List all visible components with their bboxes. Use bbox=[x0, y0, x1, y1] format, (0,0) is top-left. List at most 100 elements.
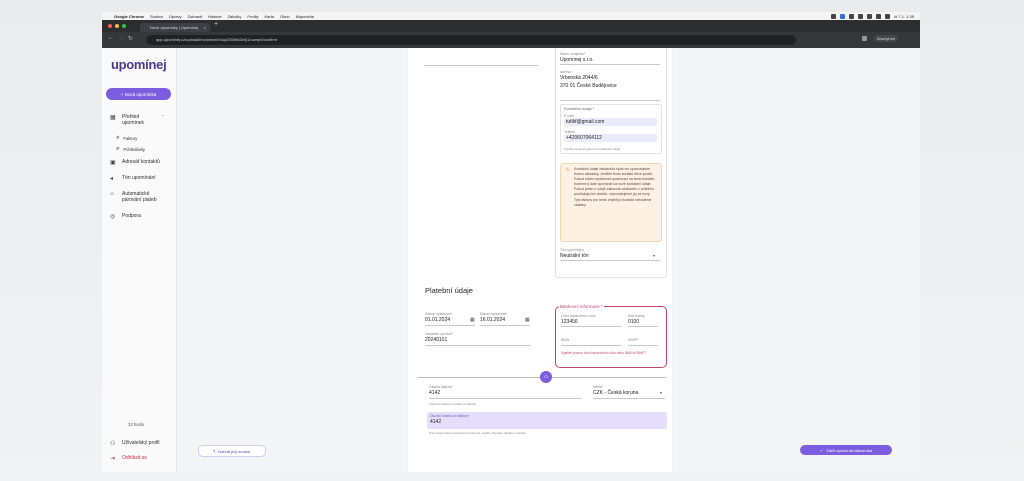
field-underline bbox=[480, 325, 530, 326]
users-icon: ⚇ bbox=[110, 441, 116, 447]
grid-icon: ▦ bbox=[110, 115, 116, 121]
battery-icon[interactable] bbox=[867, 13, 873, 19]
sidebar-item-label: Faktury bbox=[123, 136, 138, 141]
chevron-down-icon[interactable]: ▾ bbox=[660, 390, 662, 395]
customer-name[interactable]: Upomínej s.r.o. bbox=[560, 57, 594, 63]
menu-item[interactable]: Okno bbox=[280, 14, 290, 19]
help-hours: 33 hodin bbox=[128, 422, 145, 427]
upload-icon: ⤒ bbox=[213, 448, 216, 454]
menu-item[interactable]: Nápověda bbox=[296, 14, 314, 19]
warning-text: Kontaktní údaje zákazníka spolu se zprac… bbox=[574, 167, 655, 207]
account-number-field[interactable]: 123456 bbox=[561, 319, 578, 325]
menu-item[interactable]: Záložky bbox=[228, 14, 242, 19]
tab-title: Nové upomínky | Upomínej bbox=[150, 25, 199, 30]
minimize-window-icon[interactable] bbox=[115, 24, 119, 28]
send-icon: ✓ bbox=[819, 447, 824, 453]
variable-symbol-field[interactable]: 20240101 bbox=[425, 337, 447, 343]
status-icon[interactable] bbox=[840, 13, 846, 19]
start-reminding-button[interactable]: ✓ Začít upomínat zákazníka bbox=[800, 445, 892, 455]
url-text: app.upominej.cz/upload/invoices/r0r1sq20… bbox=[156, 37, 277, 42]
field-underline bbox=[425, 345, 531, 346]
menu-item[interactable]: Úpravy bbox=[169, 14, 182, 19]
issue-date-label: Datum vystavení* bbox=[425, 312, 453, 316]
chevron-down-icon[interactable]: ▾ bbox=[653, 253, 655, 258]
search-icon[interactable] bbox=[885, 13, 891, 19]
new-reminder-button[interactable]: + Nová upomínka bbox=[106, 88, 171, 100]
currency-label: Měna* bbox=[593, 385, 604, 389]
calendar-icon[interactable]: ▦ bbox=[470, 317, 475, 323]
field-underline bbox=[425, 325, 475, 326]
sidebar-item-receivables[interactable]: 🗎 Pohledávky bbox=[116, 146, 145, 153]
currency-select[interactable]: CZK - Česká koruna bbox=[593, 390, 638, 396]
app-logo[interactable]: upomínej bbox=[111, 57, 167, 72]
sidebar-item-overview[interactable]: ▦ Přehled upomínek ⌃ bbox=[110, 114, 170, 126]
profile-button[interactable]: Anonymní bbox=[874, 35, 899, 42]
iban-field[interactable]: IBAN bbox=[561, 338, 569, 342]
menu-item[interactable]: Karta bbox=[265, 14, 275, 19]
email-field[interactable]: tutlkf@gmail.com bbox=[564, 118, 657, 126]
menu-item[interactable]: Historie bbox=[208, 14, 222, 19]
issue-date-field[interactable]: 01.01.2024 bbox=[425, 317, 450, 323]
sidebar-item-contacts[interactable]: ▣ Adresář kontaktů bbox=[110, 159, 160, 166]
bank-code-field[interactable]: 0100 bbox=[628, 319, 639, 325]
outstanding-amount-field[interactable]: Dlužná částka za faktury* 4142 bbox=[427, 412, 667, 429]
menu-item[interactable]: Zobrazit bbox=[188, 14, 202, 19]
sidebar-item-tone[interactable]: ◂ Tón upomínání bbox=[110, 175, 156, 182]
menu-clock[interactable]: čt 7.1. 1:35 bbox=[894, 14, 914, 19]
address-line-2[interactable]: 370 01 České Budějovice bbox=[560, 83, 617, 89]
field-underline bbox=[560, 64, 660, 65]
browser-tab-strip: Nové upomínky | Upomínej × + bbox=[102, 20, 920, 32]
button-label: Nahrát jiný soubor bbox=[218, 448, 251, 454]
due-date-field[interactable]: 16.01.2024 bbox=[480, 317, 505, 323]
tab-close-icon[interactable]: × bbox=[204, 23, 206, 32]
field-underline bbox=[424, 65, 538, 66]
sidebar-item-label: Automatické párování plateb bbox=[122, 191, 157, 203]
new-tab-icon[interactable]: + bbox=[214, 21, 218, 28]
button-label: Začít upomínat zákazníka bbox=[826, 447, 873, 453]
menu-app-name[interactable]: Google Chrome bbox=[114, 14, 144, 19]
bank-hint: Vyplňte prosím číslo bankovního účtu neb… bbox=[561, 351, 647, 355]
phone-field[interactable]: +420607064112 bbox=[564, 134, 657, 142]
calendar-icon[interactable]: ▦ bbox=[525, 317, 530, 323]
amount-label: Částka faktury* bbox=[429, 385, 453, 389]
amount-hint: Celková částka k úhradě na faktuře bbox=[429, 402, 477, 406]
close-window-icon[interactable] bbox=[108, 24, 112, 28]
sidebar-item-label: Adresář kontaktů bbox=[122, 159, 160, 165]
sidebar-toggle-icon[interactable] bbox=[862, 36, 867, 41]
swift-field[interactable]: SWIFT bbox=[628, 338, 639, 342]
status-icon[interactable] bbox=[858, 13, 864, 19]
menu-item[interactable]: Profily bbox=[247, 14, 258, 19]
field-underline bbox=[560, 100, 660, 101]
field-underline bbox=[561, 345, 621, 346]
sidebar-item-profile[interactable]: ⚇ Uživatelský profil bbox=[110, 440, 160, 447]
menu-item[interactable]: Soubor bbox=[150, 14, 163, 19]
status-icon[interactable] bbox=[831, 13, 837, 19]
field-underline bbox=[561, 326, 621, 327]
wifi-icon[interactable] bbox=[876, 13, 882, 19]
zoom-window-icon[interactable] bbox=[122, 24, 126, 28]
back-icon[interactable]: ← bbox=[108, 35, 114, 41]
lock-icon[interactable]: ⌂ bbox=[540, 371, 552, 383]
upload-other-file-button[interactable]: ⤒ Nahrát jiný soubor bbox=[198, 445, 266, 457]
tone-select[interactable]: Neutrální tón bbox=[560, 253, 589, 259]
sidebar-item-label: Odhlásit se bbox=[122, 455, 148, 461]
sidebar-item-auto-pairing[interactable]: ⌂ Automatické párování plateb bbox=[110, 191, 172, 203]
address-label: Adresa bbox=[560, 70, 572, 74]
browser-tab[interactable]: Nové upomínky | Upomínej × bbox=[140, 23, 210, 32]
address-bar[interactable]: app.upominej.cz/upload/invoices/r0r1sq20… bbox=[146, 35, 796, 45]
sidebar: upomínej + Nová upomínka ▦ Přehled upomí… bbox=[102, 48, 177, 472]
sidebar-item-label: Přehled upomínek bbox=[122, 114, 144, 126]
status-icon[interactable] bbox=[849, 13, 855, 19]
address-line-1[interactable]: Vrbenská 2044/6 bbox=[560, 75, 598, 81]
forward-icon[interactable]: → bbox=[118, 35, 124, 41]
sidebar-item-logout[interactable]: ⇥ Odhlásit se bbox=[110, 455, 147, 462]
tone-label: Tón upomínání bbox=[560, 248, 584, 252]
form-panel: Název subjektu* Upomínej s.r.o. Adresa V… bbox=[408, 48, 672, 472]
sidebar-item-invoices[interactable]: 🗎 Faktury bbox=[116, 135, 137, 142]
sidebar-item-support[interactable]: ◎ Podpora bbox=[110, 213, 141, 220]
bank-icon: ⌂ bbox=[110, 191, 114, 197]
amount-field[interactable]: 4142 bbox=[429, 390, 440, 396]
chevron-up-icon: ⌃ bbox=[161, 114, 165, 119]
reload-icon[interactable]: ↻ bbox=[128, 35, 133, 42]
field-underline bbox=[429, 398, 581, 399]
